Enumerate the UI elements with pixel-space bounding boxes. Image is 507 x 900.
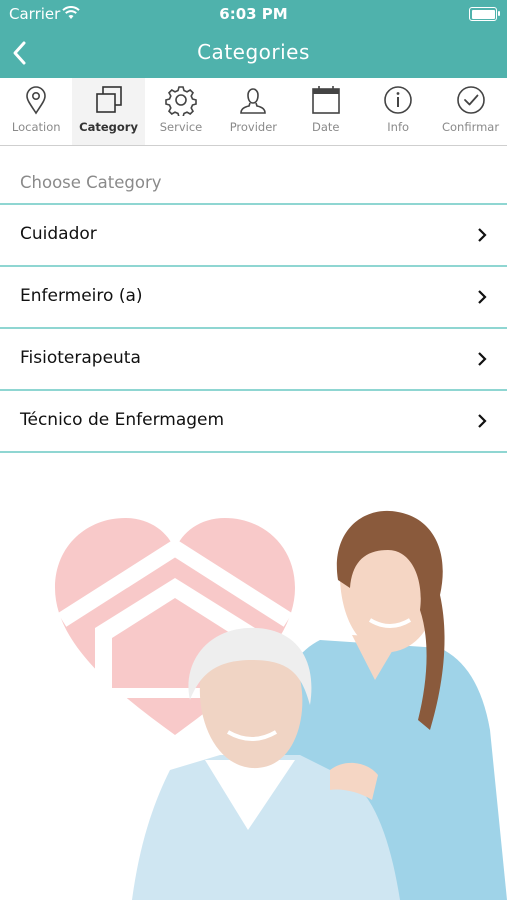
step-provider[interactable]: Provider [217,78,289,145]
category-label: Fisioterapeuta [20,348,141,368]
calendar-icon [311,86,340,114]
section-title: Choose Category [20,173,162,192]
step-info[interactable]: Info [362,78,434,145]
navigation-bar: Categories [0,28,507,78]
category-squares-icon [95,86,122,113]
caregiver-illustration [55,510,507,900]
status-bar: Carrier 6:03 PM [0,0,507,28]
step-label: Confirmar [441,120,500,134]
step-label: Location [11,120,61,134]
step-category[interactable]: Category [72,78,145,145]
step-label: Service [159,120,203,134]
category-item-tecnico-enfermagem[interactable]: Técnico de Enfermagem [0,389,507,453]
booking-steps: Location Category Service Provider Date … [0,78,507,146]
category-item-cuidador[interactable]: Cuidador [0,203,507,265]
chevron-right-icon [478,352,487,366]
category-item-fisioterapeuta[interactable]: Fisioterapeuta [0,327,507,389]
category-label: Enfermeiro (a) [20,286,143,306]
category-label: Cuidador [20,224,97,244]
step-label: Category [79,120,138,134]
gear-icon [165,86,197,116]
step-service[interactable]: Service [145,78,217,145]
step-label: Info [387,120,410,134]
category-item-enfermeiro[interactable]: Enfermeiro (a) [0,265,507,327]
category-list: Cuidador Enfermeiro (a) Fisioterapeuta T… [0,203,507,453]
chevron-right-icon [478,414,487,428]
step-date[interactable]: Date [290,78,362,145]
person-icon [240,88,267,114]
category-label: Técnico de Enfermagem [20,410,225,430]
chevron-right-icon [478,290,487,304]
info-icon [384,86,412,114]
step-location[interactable]: Location [0,78,72,145]
step-label: Date [312,120,340,134]
chevron-right-icon [478,228,487,242]
step-confirmar[interactable]: Confirmar [434,78,506,145]
battery-icon [469,7,500,21]
step-label: Provider [229,120,278,134]
check-circle-icon [456,86,485,114]
clock-time: 6:03 PM [219,5,288,23]
page-title: Categories [197,40,310,64]
location-pin-icon [26,86,46,115]
